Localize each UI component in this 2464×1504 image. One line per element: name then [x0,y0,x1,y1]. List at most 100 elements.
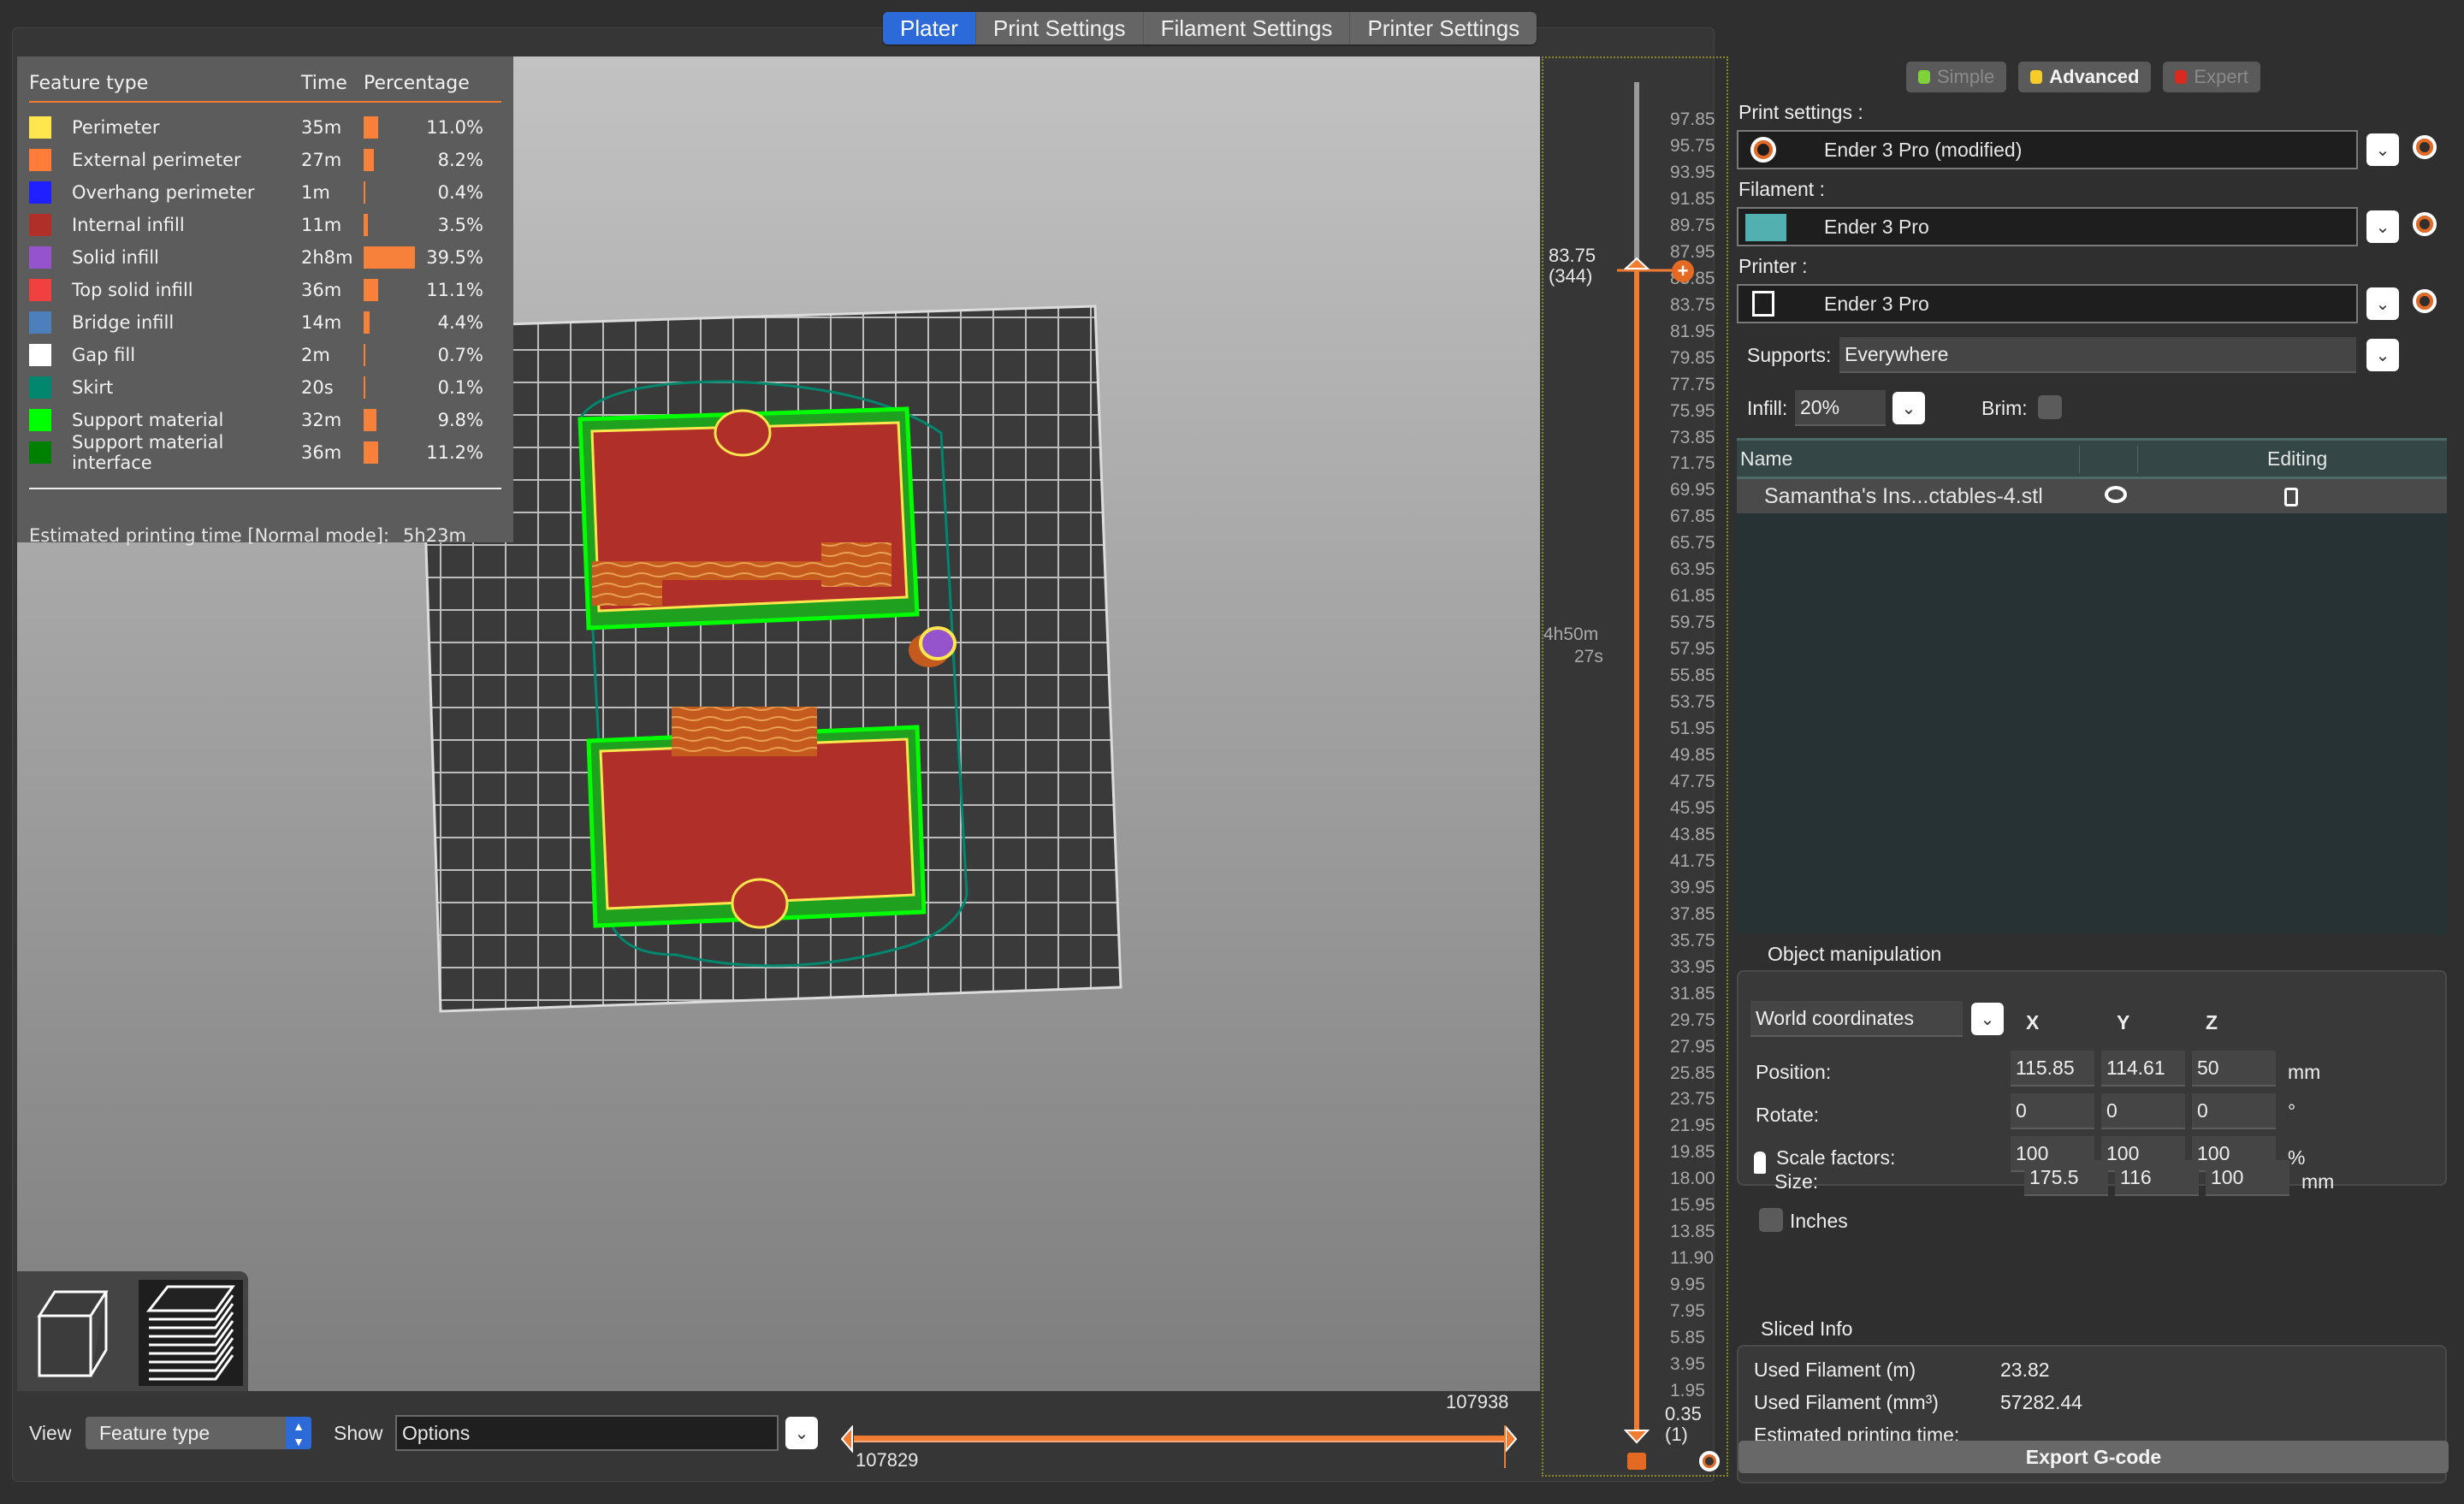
legend-bar-box [364,344,424,366]
lower-thumb [1623,1430,1650,1444]
legend-percentage-bar [364,149,375,171]
size-z-value: 100 [2211,1166,2244,1188]
col-divider [2079,446,2080,473]
printer-combo[interactable]: Ender 3 Pro [1737,284,2358,323]
used-filament-mm3-label: Used Filament (mm³) [1754,1391,1939,1413]
show-options-combo[interactable]: Options [395,1415,779,1451]
legend-row: Top solid infill 36m 11.1% [29,274,501,306]
mode-advanced-button[interactable]: Advanced [2018,62,2152,92]
legend-percentage-bar [364,409,376,431]
legend-percentage-bar [364,214,369,236]
size-x-input[interactable]: 175.5 [2024,1160,2108,1196]
mode-advanced-label: Advanced [2049,66,2140,87]
legend-color-swatch [29,311,51,334]
add-color-change-icon[interactable]: + [1672,260,1694,282]
chevron-down-icon: ⌄ [2375,345,2390,365]
filament-color-swatch [1745,214,1786,241]
layer-tick-label: 81.95 [1670,321,1715,341]
coordinate-system-dropdown[interactable]: ⌄ [1971,1003,2004,1035]
mode-simple-button[interactable]: Simple [1906,62,2007,92]
legend-bar-box [364,181,424,204]
layer-tick-label: 31.85 [1670,983,1715,1004]
mode-expert-button[interactable]: Expert [2163,62,2260,92]
filament-edit-gear-icon[interactable] [2413,212,2437,236]
size-y-input[interactable]: 116 [2115,1160,2199,1196]
slider-settings-gear-icon[interactable] [1699,1451,1720,1471]
preview-view-button[interactable] [139,1280,243,1386]
filament-dropdown[interactable]: ⌄ [2366,210,2399,243]
position-unit: mm [2288,1061,2321,1083]
filament-combo[interactable]: Ender 3 Pro [1737,207,2358,246]
printer-edit-gear-icon[interactable] [2413,289,2437,313]
legend-color-swatch [29,214,51,236]
layer-tick-label: 73.85 [1670,427,1715,447]
legend-feature-percentage: 11.2% [426,442,483,463]
legend-percentage-bar [364,376,365,399]
mode-switch: Simple Advanced Expert [1906,62,2260,92]
tab-printer-settings[interactable]: Printer Settings [1350,12,1537,44]
rotate-z-input[interactable]: 0 [2192,1093,2276,1129]
infill-select[interactable]: 20% [1795,390,1886,426]
layer-tick-label: 71.75 [1670,453,1715,474]
3d-view-icon[interactable] [29,1283,123,1386]
size-z-input[interactable]: 100 [2206,1160,2289,1196]
infill-dropdown[interactable]: ⌄ [1892,392,1925,424]
brim-checkbox[interactable] [2038,395,2062,419]
supports-dropdown[interactable]: ⌄ [2366,339,2399,371]
object-list-header: Name Editing [1737,438,2447,479]
inches-checkbox[interactable] [1759,1208,1783,1232]
position-y-input[interactable]: 114.61 [2101,1051,2185,1087]
3d-viewport[interactable]: Feature type Time Percentage Perimeter 35… [17,56,1540,1391]
position-z-input[interactable]: 50 [2192,1051,2276,1087]
tab-plater[interactable]: Plater [883,12,976,44]
legend-feature-time: 2m [301,345,330,365]
rotate-unit: ° [2288,1100,2296,1122]
layer-tick-label: 89.75 [1670,215,1715,235]
supports-select[interactable]: Everywhere [1839,337,2356,373]
view-type-value: Feature type [99,1422,210,1444]
object-list-row[interactable]: Samantha's Ins...ctables-4.stl [1737,479,2447,513]
chevron-down-icon: ⌄ [1901,398,1916,418]
legend-feature-name: Overhang perimeter [72,182,255,203]
coordinate-system-select[interactable]: World coordinates [1750,1001,1963,1037]
layer-tick-label: 79.85 [1670,347,1715,368]
print-settings-edit-gear-icon[interactable] [2413,135,2437,159]
layer-tick-label: 47.75 [1670,771,1715,791]
layer-tick-label: 25.85 [1670,1063,1715,1083]
col-name-header[interactable]: Name [1740,447,1792,471]
printer-dropdown[interactable]: ⌄ [2366,287,2399,320]
infill-label: Infill: [1747,397,1788,419]
hslider-low-value: 107829 [856,1449,919,1471]
layer-tick-label: 21.95 [1670,1116,1715,1136]
print-settings-dropdown[interactable]: ⌄ [2366,133,2399,166]
upper-thumb [1623,257,1650,269]
horizontal-move-slider[interactable] [838,1425,1523,1477]
chevron-down-icon: ⌄ [1980,1009,1995,1029]
tab-filament-settings[interactable]: Filament Settings [1144,12,1351,44]
layer-tick-label: 5.85 [1670,1328,1705,1348]
legend-row: External perimeter 27m 8.2% [29,144,501,176]
rotate-y-input[interactable]: 0 [2101,1093,2185,1129]
edit-object-settings-icon[interactable] [2284,488,2298,506]
layer-slider[interactable]: 97.85 95.75 93.95 91.85 89.75 87.95 85.85 83.75… [1542,56,1728,1477]
tab-print-settings[interactable]: Print Settings [976,12,1144,44]
show-options-dropdown[interactable]: ⌄ [785,1417,818,1449]
rotate-label: Rotate: [1756,1104,1820,1126]
eye-visibility-icon[interactable] [2105,486,2127,503]
position-x-input[interactable]: 115.85 [2011,1051,2094,1087]
legend-bar-box [364,409,424,431]
layer-tick-label: 91.85 [1670,188,1715,209]
unlock-icon[interactable] [1627,1453,1646,1470]
legend-feature-time: 2h8m [301,247,353,268]
rotate-x-input[interactable]: 0 [2011,1093,2094,1129]
lock-icon[interactable] [1754,1152,1766,1174]
view-type-select[interactable]: Feature type ▲ ▼ [86,1417,311,1449]
col-editing-header[interactable]: Editing [2267,447,2327,471]
size-unit: mm [2301,1170,2335,1193]
legend-feature-name: Gap fill [72,345,136,365]
print-settings-combo[interactable]: Ender 3 Pro (modified) [1737,130,2358,169]
upper-layer-number: (344) [1549,265,1593,287]
slicer-app: Plater Print Settings Filament Settings … [0,0,2464,1504]
export-gcode-button[interactable]: Export G-code [1738,1441,2449,1473]
printer-value: Ender 3 Pro [1824,293,1929,315]
